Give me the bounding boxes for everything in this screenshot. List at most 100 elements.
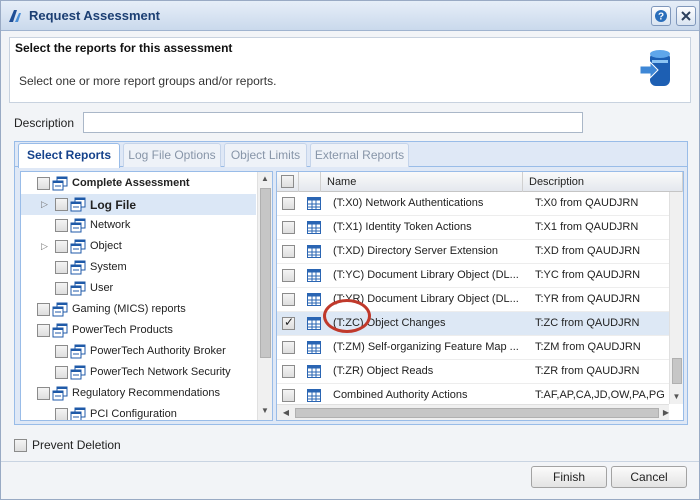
tree-item-checkbox[interactable] <box>55 366 68 379</box>
select-all-column[interactable] <box>277 172 299 192</box>
row-checkbox[interactable] <box>282 197 295 210</box>
row-checkbox[interactable] <box>282 365 295 378</box>
report-grid: Name Description (T:X0) Network Authenti… <box>276 171 684 421</box>
report-description: T:YR from QAUDJRN <box>535 293 641 305</box>
tree-item-checkbox[interactable] <box>55 345 68 358</box>
tab-log-file-options[interactable]: Log File Options <box>123 143 221 167</box>
row-checkbox[interactable] <box>282 341 295 354</box>
grid-hscroll-thumb[interactable] <box>295 408 659 418</box>
report-table-icon <box>307 317 321 330</box>
tree-item-gaming-mics-reports[interactable]: Gaming (MICS) reports <box>21 299 256 320</box>
close-icon <box>681 11 691 21</box>
report-description: T:ZR from QAUDJRN <box>535 365 640 377</box>
tree-scroll-thumb[interactable] <box>260 188 271 358</box>
report-group-icon <box>52 386 68 401</box>
select-all-checkbox[interactable] <box>281 175 294 188</box>
tab-external-reports[interactable]: External Reports <box>310 143 409 167</box>
column-header-description[interactable]: Description <box>523 172 683 192</box>
tree-item-label: PowerTech Products <box>72 324 173 336</box>
help-button[interactable]: ? <box>651 6 671 26</box>
scroll-down-icon[interactable]: ▼ <box>258 404 272 418</box>
tree-item-checkbox[interactable] <box>55 282 68 295</box>
table-row[interactable]: (T:YR) Document Library Object (DL... T:Y… <box>277 288 669 312</box>
title-bar[interactable]: Request Assessment ? <box>1 1 699 31</box>
grid-header: Name Description <box>277 172 683 192</box>
cancel-button[interactable]: Cancel <box>611 466 687 488</box>
description-input[interactable] <box>83 112 583 133</box>
header-title: Select the reports for this assessment <box>15 41 233 55</box>
expand-arrow-icon[interactable]: ▷ <box>41 199 49 209</box>
table-row[interactable]: (T:X1) Identity Token Actions T:X1 from Q… <box>277 216 669 240</box>
tree-item-label: Network <box>90 219 131 231</box>
scroll-right-icon[interactable]: ▶ <box>659 405 673 420</box>
report-name: (T:ZC) Object Changes <box>333 317 446 329</box>
tab-object-limits[interactable]: Object Limits <box>224 143 307 167</box>
table-row[interactable]: (T:XD) Directory Server Extension T:XD fr… <box>277 240 669 264</box>
table-row[interactable]: (T:ZC) Object Changes T:ZC from QAUDJRN <box>277 312 669 336</box>
tree-item-system[interactable]: System <box>21 257 256 278</box>
column-header-name[interactable]: Name <box>321 172 523 192</box>
tree-item-powertech-products[interactable]: PowerTech Products <box>21 320 256 341</box>
report-group-tree: Complete Assessment ▷ Log File Network ▷ Obje… <box>20 171 273 421</box>
tree-item-checkbox[interactable] <box>55 408 68 420</box>
description-label: Description <box>14 116 75 130</box>
tab-strip: Select Reports Log File Options Object L… <box>15 142 687 168</box>
scroll-left-icon[interactable]: ◀ <box>279 405 293 420</box>
database-report-icon <box>639 50 670 86</box>
report-name: (T:ZR) Object Reads <box>333 365 434 377</box>
grid-horizontal-scrollbar[interactable]: ◀ ▶ <box>277 404 669 420</box>
report-group-icon <box>70 344 86 359</box>
tree-item-log-file[interactable]: ▷ Log File <box>21 194 256 215</box>
finish-button[interactable]: Finish <box>531 466 607 488</box>
scroll-down-icon[interactable]: ▼ <box>670 390 683 404</box>
tree-item-checkbox[interactable] <box>37 303 50 316</box>
report-group-icon <box>52 302 68 317</box>
table-row[interactable]: (T:ZM) Self-organizing Feature Map ... T:… <box>277 336 669 360</box>
row-checkbox[interactable] <box>282 315 295 330</box>
report-table-icon <box>307 389 321 402</box>
tree-item-checkbox[interactable] <box>55 219 68 232</box>
row-checkbox[interactable] <box>282 245 295 258</box>
report-group-icon <box>70 260 86 275</box>
tree-item-regulatory-recommendations[interactable]: Regulatory Recommendations <box>21 383 256 404</box>
tree-item-powertech-network-security[interactable]: PowerTech Network Security <box>21 362 256 383</box>
report-group-icon <box>70 197 86 212</box>
grid-scroll-thumb[interactable] <box>672 358 682 384</box>
scroll-up-icon[interactable]: ▲ <box>258 172 272 186</box>
table-row[interactable]: (T:X0) Network Authentications T:X0 from … <box>277 192 669 216</box>
prevent-deletion-checkbox[interactable] <box>14 439 27 452</box>
row-checkbox[interactable] <box>282 389 295 402</box>
tree-item-powertech-authority-broker[interactable]: PowerTech Authority Broker <box>21 341 256 362</box>
tree-item-complete-assessment[interactable]: Complete Assessment <box>21 173 256 194</box>
tree-item-label: User <box>90 282 114 294</box>
tree-item-checkbox[interactable] <box>55 240 68 253</box>
help-icon: ? <box>655 10 667 23</box>
close-button[interactable] <box>676 6 696 26</box>
tree-scrollbar[interactable]: ▲ ▼ <box>257 172 272 420</box>
tree-item-checkbox[interactable] <box>37 387 50 400</box>
tree-item-checkbox[interactable] <box>55 261 68 274</box>
report-group-icon <box>70 281 86 296</box>
tree-item-network[interactable]: Network <box>21 215 256 236</box>
tree-item-user[interactable]: User <box>21 278 256 299</box>
row-checkbox[interactable] <box>282 293 295 306</box>
report-table-icon <box>307 221 321 234</box>
tab-select-reports[interactable]: Select Reports <box>18 143 120 168</box>
tree-item-checkbox[interactable] <box>37 324 50 337</box>
tree-item-label: System <box>90 261 127 273</box>
report-table-icon <box>307 197 321 210</box>
footer-divider <box>1 461 699 462</box>
tree-item-pci-configuration[interactable]: PCI Configuration <box>21 404 256 420</box>
tree-item-checkbox[interactable] <box>55 198 68 211</box>
table-row[interactable]: (T:YC) Document Library Object (DL... T:Y… <box>277 264 669 288</box>
tree-item-object[interactable]: ▷ Object <box>21 236 256 257</box>
row-checkbox[interactable] <box>282 269 295 282</box>
table-row[interactable]: (T:ZR) Object Reads T:ZR from QAUDJRN <box>277 360 669 384</box>
tree-item-checkbox[interactable] <box>37 177 50 190</box>
grid-scrollbar[interactable]: ▼ <box>669 192 683 404</box>
report-table-icon <box>307 365 321 378</box>
row-checkbox[interactable] <box>282 221 295 234</box>
expand-arrow-icon[interactable]: ▷ <box>41 241 49 251</box>
prevent-deletion-label: Prevent Deletion <box>32 438 121 452</box>
tree-item-label: Complete Assessment <box>72 177 190 189</box>
